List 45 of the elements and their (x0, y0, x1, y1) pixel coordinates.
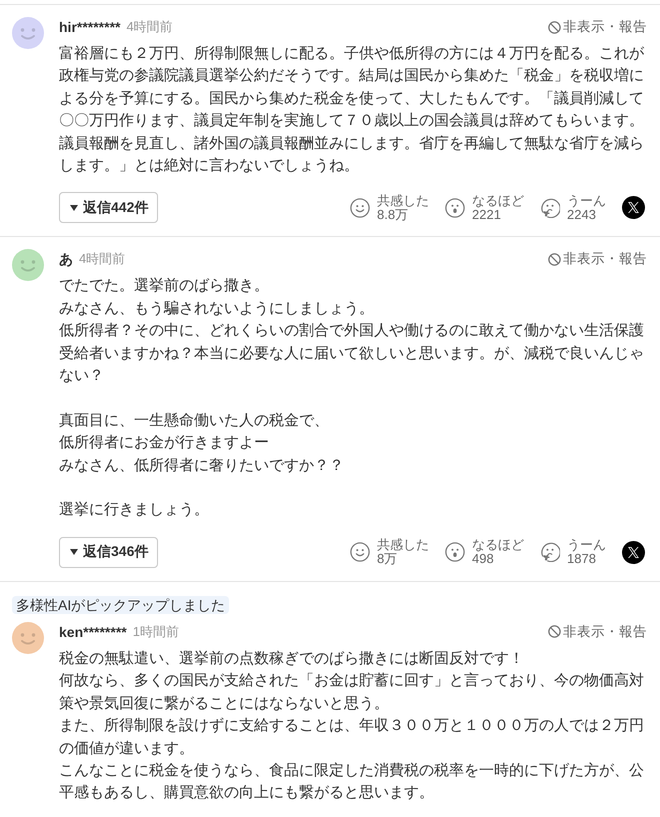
x-logo-icon (628, 202, 639, 214)
comment-text: また、所得制限を設けずに支給することは、年収３００万と１０００万の人では２万円の価値が違います。 (59, 716, 645, 758)
caret-icon (70, 204, 78, 211)
reaction-button[interactable]: うーん 2243 (540, 194, 606, 222)
pondering-face-icon (540, 198, 560, 218)
comment-text: みなさん、低所得者に奢りたいですか？？ (59, 456, 345, 476)
replies-button[interactable]: 返信346件 (59, 536, 158, 568)
ai-pick-badge: 多様性AIがピックアップしました (12, 596, 230, 614)
reaction-button[interactable]: なるほど 498 (445, 538, 524, 566)
prohibited-icon (548, 20, 561, 34)
replies-button[interactable]: 返信442件 (59, 192, 158, 224)
prohibited-icon (548, 625, 561, 638)
surprised-face-icon (445, 542, 465, 562)
hide-report-button[interactable]: 非表示・報告 (548, 17, 647, 37)
hide-report-button[interactable]: 非表示・報告 (548, 249, 647, 270)
caret-icon (70, 549, 78, 556)
comment-text: 税金の無駄遣い、選挙前の点数稼ぎでのばら撒きには断固反対です！ (59, 648, 525, 669)
hide-report-button[interactable]: 非表示・報告 (548, 622, 647, 642)
comment-text: 選挙に行きましょう。 (59, 500, 210, 520)
prohibited-icon (548, 252, 561, 266)
smiling-face-icon (350, 542, 370, 562)
x-logo-icon (628, 546, 639, 558)
comment-text: 富裕層にも２万円、所得制限無しに配る。子供や低所得の方には４万円を配る。これが政権与党の参議院議員選挙公約だそうです。結局は国民から集めた「税金」を税収増による分を予算にする。国民から集めた税金を使って、大したもんです。「議員削減して〇〇万円作ります、議員定年制を実施して７０歳以上の国会議員は辞めてもらいます。議員報酬を見直し、諸外国の議員報酬並みにします。省庁を再編して無駄な省庁を減らします。」とは絶対に言わないでしょうね。 (59, 44, 645, 176)
comment-text: みなさん、もう騙されないようにしましょう。 (59, 298, 375, 319)
post-time: 4時間前 (126, 18, 173, 36)
x-share-button[interactable] (622, 540, 645, 564)
user-name[interactable]: あ (59, 249, 73, 270)
surprised-face-icon (445, 198, 465, 218)
user-name[interactable]: hir******** (59, 17, 120, 37)
reaction-button[interactable]: 共感した 8.8万 (350, 194, 429, 222)
comment-text: 低所得者にお金が行きますよー (59, 433, 270, 454)
post-time: 1時間前 (132, 622, 179, 641)
comment-text: 低所得者？その中に、どれくらいの割合で外国人や働けるのに敢えて働かない生活保護受給者いますかね？本当に必要な人に届いて欲しいと思います。が、減税で良いんじゃない？ (59, 321, 645, 386)
post-time: 4時間前 (79, 250, 126, 268)
user-name[interactable]: ken******** (59, 622, 127, 642)
reaction-button[interactable]: 共感した 8万 (350, 538, 429, 566)
x-share-button[interactable] (622, 196, 645, 220)
comment-text: 真面目に、一生懸命働いた人の税金で、 (59, 410, 330, 431)
comment-text: こんなことに税金を使うなら、食品に限定した消費税の税率を一時的に下げた方が、公平感もあるし、購買意欲の向上にも繋がると思います。 (59, 760, 645, 804)
reaction-button[interactable]: なるほど 2221 (445, 194, 524, 222)
pondering-face-icon (540, 542, 560, 562)
comment-text: でたでた。選挙前のばら撒き。 (59, 276, 270, 296)
comment-text: 何故なら、多くの国民が支給された「お金は貯蓄に回す」と言っており、今の物価高対策や景気回復に繋がることにはならないと思う。 (59, 671, 645, 714)
smiling-face-icon (350, 198, 370, 218)
reaction-button[interactable]: うーん 1878 (540, 538, 606, 566)
